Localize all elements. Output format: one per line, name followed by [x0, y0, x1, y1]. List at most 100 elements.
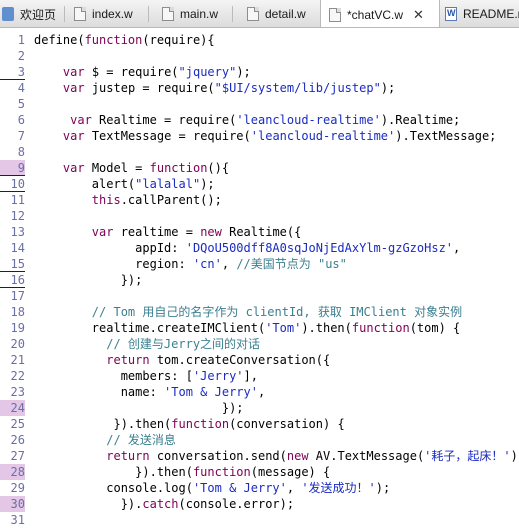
code-token: function: [192, 465, 251, 479]
line-number: 22: [10, 369, 25, 383]
code-line: var TextMessage = require('leancloud-rea…: [34, 128, 497, 144]
line-number: 27: [10, 449, 25, 463]
code-token: function: [149, 161, 208, 175]
close-icon[interactable]: ✕: [413, 7, 424, 23]
tab-label: 欢迎页: [20, 7, 57, 22]
code-token: ,: [221, 257, 237, 271]
code-line: }).then(function(conversation) {: [34, 416, 344, 432]
code-token: 'DQoU500dff8A0sqJoNjEdAxYlm-gzGzoHsz': [185, 241, 454, 255]
code-token: // 发送消息: [106, 433, 176, 447]
code-token: 'Tom': [265, 321, 302, 335]
line-number: 24: [0, 400, 25, 416]
code-token: name:: [34, 385, 165, 399]
code-area[interactable]: define(function(require){ var $ = requir…: [34, 28, 519, 529]
code-line: name: 'Tom & Jerry',: [34, 384, 266, 400]
code-line: var realtime = new Realtime({: [34, 224, 302, 240]
code-line: realtime.createIMClient('Tom').then(func…: [34, 320, 460, 336]
line-number: 31: [10, 513, 25, 527]
code-line: });: [34, 400, 244, 416]
tab-label: *chatVC.w: [347, 7, 404, 22]
code-token: members: [: [34, 369, 193, 383]
code-token: function: [171, 417, 230, 431]
line-number: 12: [10, 209, 25, 223]
code-token: // 创建与Jerry之间的对话: [106, 337, 261, 351]
code-token: '发送成功！': [301, 481, 376, 495]
code-line: var Model = function(){: [34, 160, 229, 176]
code-line: // 发送消息: [34, 432, 176, 448]
tab-separator: [64, 6, 65, 22]
code-token: (console.error);: [178, 497, 295, 511]
tab-main-w[interactable]: main.w: [162, 0, 218, 27]
code-token: AV.TextMessage(: [308, 449, 425, 463]
w-file-icon: [74, 7, 86, 21]
code-token: new: [286, 449, 309, 463]
code-token: justep = require(: [84, 81, 215, 95]
document-icon: [445, 7, 457, 21]
code-token: ,: [257, 385, 266, 399]
line-number: 1: [17, 33, 25, 47]
line-number: 20: [10, 337, 25, 351]
line-number: 16: [0, 272, 25, 288]
code-token: (tom) {: [409, 321, 461, 335]
code-line: this.callParent();: [34, 192, 222, 208]
code-token: .callParent();: [120, 193, 222, 207]
code-token: function: [84, 33, 143, 47]
code-token: Realtime({: [221, 225, 302, 239]
tab-label: detail.w: [265, 7, 306, 21]
code-token: var: [91, 225, 114, 239]
code-line: members: ['Jerry'],: [34, 368, 258, 384]
tab-readme[interactable]: README.m: [445, 0, 519, 27]
code-token: console.log(: [34, 481, 193, 495]
code-token: (message) {: [250, 465, 331, 479]
code-line: var $ = require("jquery");: [34, 64, 251, 80]
code-token: this: [91, 193, 121, 207]
tab-welcome[interactable]: 欢迎页: [2, 0, 57, 27]
tab-chatvc-w[interactable]: *chatVC.w ✕: [320, 0, 440, 27]
code-token: //美国节点为 "us": [236, 257, 347, 271]
code-token: ).Realtime;: [380, 113, 461, 127]
line-number: 17: [10, 289, 25, 303]
code-token: "$UI/system/lib/justep": [214, 81, 381, 95]
code-line: console.log('Tom & Jerry', '发送成功！');: [34, 480, 390, 496]
line-number: 30: [0, 496, 25, 512]
code-editor[interactable]: 1 2 3 4 5 6 7 8 9 10 11 12 13 14 15 16 17 18 19 20 21 22 23 24 2…: [0, 28, 519, 529]
code-token: appId:: [34, 241, 186, 255]
code-line: alert("lalalal");: [34, 176, 215, 192]
code-token: 'cn': [192, 257, 222, 271]
tab-index-w[interactable]: index.w: [74, 0, 133, 27]
code-token: realtime =: [113, 225, 201, 239]
code-token: Realtime = require(: [91, 113, 237, 127]
line-number: 26: [10, 433, 25, 447]
code-token: realtime.createIMClient(: [34, 321, 266, 335]
code-token: return: [106, 449, 150, 463]
code-token: Model =: [84, 161, 150, 175]
tab-label: README.m: [463, 7, 519, 21]
code-token: define(: [34, 33, 85, 47]
line-number: 25: [10, 417, 25, 431]
line-number: 2: [17, 49, 25, 63]
code-token: var: [62, 161, 85, 175]
code-token: var: [62, 65, 85, 79]
code-token: (){: [207, 161, 230, 175]
code-token: new: [200, 225, 222, 239]
line-number: 5: [17, 97, 25, 111]
tab-detail-w[interactable]: detail.w: [247, 0, 306, 27]
code-token: }).: [34, 497, 143, 511]
code-token: ],: [243, 369, 258, 383]
code-line: // 创建与Jerry之间的对话: [34, 336, 260, 352]
code-token: TextMessage = require(: [84, 129, 251, 143]
line-number-gutter: 1 2 3 4 5 6 7 8 9 10 11 12 13 14 15 16 17 18 19 20 21 22 23 24 2…: [0, 28, 30, 529]
code-token: '耗子，起床！': [424, 449, 511, 463]
code-token: catch: [142, 497, 179, 511]
line-number: 4: [17, 81, 25, 95]
code-line: });: [34, 272, 143, 288]
line-number: 15: [0, 256, 25, 272]
